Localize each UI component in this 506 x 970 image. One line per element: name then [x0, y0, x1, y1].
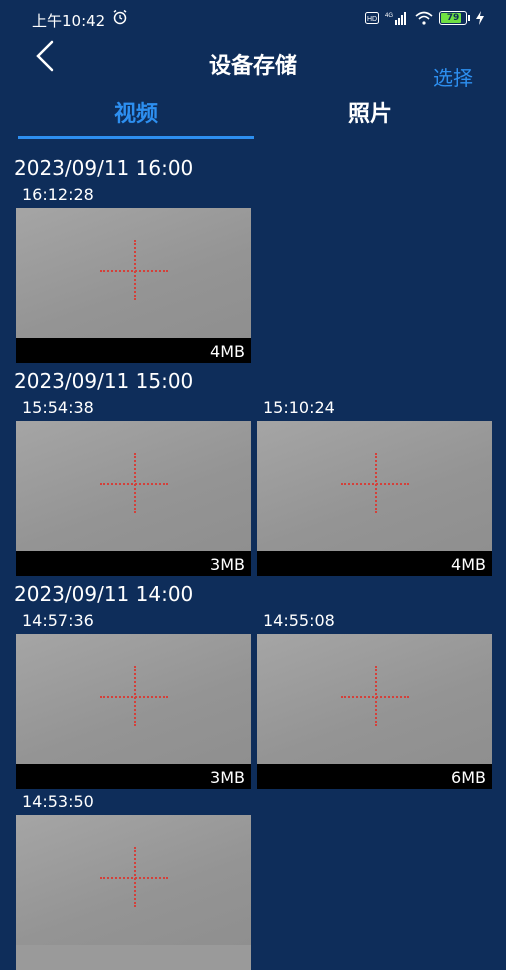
thumbnail-image: [16, 421, 251, 551]
status-icons: HD 4G 79: [365, 9, 484, 27]
thumbnail-row: 15:54:38 3MB 15:10:24 4MB: [16, 395, 506, 576]
video-item: 15:54:38 3MB: [16, 395, 251, 576]
group-header: 2023/09/11 15:00: [14, 369, 194, 393]
tab-bar: 视频 照片: [0, 92, 506, 142]
video-thumbnail[interactable]: [16, 815, 251, 970]
file-size: 3MB: [210, 768, 245, 787]
signal-icon: 4G: [385, 12, 406, 25]
tab-video[interactable]: 视频: [18, 96, 254, 128]
video-item: 14:53:50: [16, 789, 251, 970]
video-thumbnail[interactable]: 3MB: [16, 421, 251, 576]
video-list: 2023/09/11 16:00 16:12:28 4MB 2023/09/11 15…: [0, 150, 506, 970]
file-size: 3MB: [210, 555, 245, 574]
video-time: 16:12:28: [22, 185, 94, 204]
battery-level: 79: [446, 13, 460, 23]
page-title: 设备存储: [208, 54, 297, 79]
video-thumbnail[interactable]: 4MB: [257, 421, 492, 576]
thumbnail-image: [257, 634, 492, 764]
thumbnail-footer: 4MB: [16, 338, 251, 363]
crosshair-vertical: [134, 666, 136, 726]
hd-icon: HD: [365, 12, 379, 24]
file-size: 6MB: [451, 768, 486, 787]
video-item: 16:12:28 4MB: [16, 182, 251, 363]
crosshair-vertical: [134, 453, 136, 513]
thumbnail-row: 14:53:50: [16, 789, 506, 970]
thumbnail-image: [16, 815, 251, 945]
crosshair-vertical: [375, 666, 377, 726]
alarm-icon: [113, 9, 127, 25]
group-header: 2023/09/11 14:00: [14, 582, 194, 606]
svg-text:4G: 4G: [385, 13, 393, 19]
thumbnail-footer: 3MB: [16, 764, 251, 789]
svg-text:HD: HD: [367, 16, 377, 23]
tab-indicator: [18, 136, 254, 139]
thumbnail-image: [16, 634, 251, 764]
thumbnail-footer: 4MB: [257, 551, 492, 576]
video-item: 14:57:36 3MB: [16, 608, 251, 789]
thumbnail-image: [257, 421, 492, 551]
video-time: 14:55:08: [263, 611, 335, 630]
file-size: 4MB: [210, 342, 245, 361]
charging-icon: [476, 11, 484, 25]
video-item: 15:10:24 4MB: [257, 395, 492, 576]
status-bar: 上午10:42 HD 4G 79: [0, 0, 506, 36]
battery-icon: 79: [439, 11, 467, 25]
group-header: 2023/09/11 16:00: [14, 156, 194, 180]
crosshair-vertical: [134, 240, 136, 300]
header: 设备存储 选择: [0, 36, 506, 90]
crosshair-vertical: [375, 453, 377, 513]
status-time: 上午10:42: [32, 12, 106, 30]
thumbnail-footer: 6MB: [257, 764, 492, 789]
thumbnail-footer: 3MB: [16, 551, 251, 576]
thumbnail-image: [16, 208, 251, 338]
video-time: 15:54:38: [22, 398, 94, 417]
thumbnail-row: 16:12:28 4MB: [16, 182, 506, 363]
select-button[interactable]: 选择: [433, 62, 473, 91]
video-thumbnail[interactable]: 4MB: [16, 208, 251, 363]
thumbnail-row: 14:57:36 3MB 14:55:08 6MB: [16, 608, 506, 789]
video-thumbnail[interactable]: 3MB: [16, 634, 251, 789]
video-time: 15:10:24: [263, 398, 335, 417]
tab-photo[interactable]: 照片: [252, 96, 488, 128]
video-time: 14:53:50: [22, 792, 94, 811]
file-size: 4MB: [451, 555, 486, 574]
wifi-icon: [415, 11, 433, 25]
video-thumbnail[interactable]: 6MB: [257, 634, 492, 789]
crosshair-vertical: [134, 847, 136, 907]
video-item: 14:55:08 6MB: [257, 608, 492, 789]
video-time: 14:57:36: [22, 611, 94, 630]
